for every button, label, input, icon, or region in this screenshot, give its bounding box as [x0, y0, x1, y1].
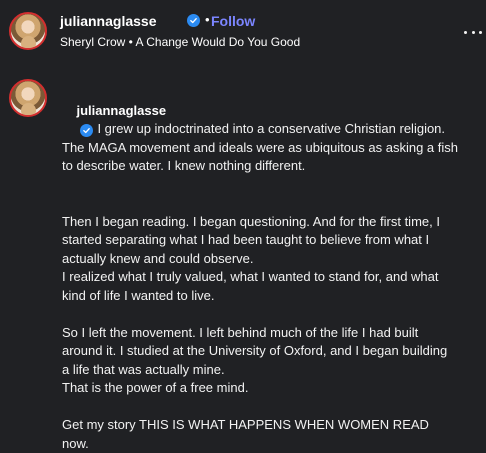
caption-paragraph-4: Get my story THIS IS WHAT HAPPENS WHEN W… [62, 417, 433, 451]
follow-button[interactable]: Follow [211, 12, 255, 30]
more-dot-icon [471, 30, 475, 34]
verified-badge-icon [80, 124, 94, 137]
verified-badge-icon [187, 14, 200, 27]
header-separator: • [205, 12, 210, 27]
caption-username[interactable]: juliannaglasse [76, 103, 166, 118]
profile-avatar[interactable] [9, 12, 47, 50]
caption-text-1: I grew up indoctrinated into a conservat… [62, 121, 462, 173]
post-caption: juliannaglasse I grew up indoctrinated i… [62, 83, 458, 453]
more-dot-icon [479, 30, 482, 34]
caption-paragraph-1: juliannaglasse I grew up indoctrinated i… [62, 83, 458, 194]
post-author-avatar[interactable] [9, 79, 47, 117]
more-dot-icon [464, 30, 467, 34]
audio-track-label[interactable]: Sheryl Crow • A Change Would Do You Good [60, 34, 300, 50]
caption-paragraph-2: Then I began reading. I began questionin… [62, 213, 440, 303]
caption-paragraph-3: So I left the movement. I left behind mu… [62, 324, 448, 396]
post-header: juliannaglasse • Follow Sheryl Crow • A … [0, 0, 486, 66]
header-username[interactable]: juliannaglasse [60, 12, 156, 30]
more-options-icon[interactable] [464, 24, 482, 40]
